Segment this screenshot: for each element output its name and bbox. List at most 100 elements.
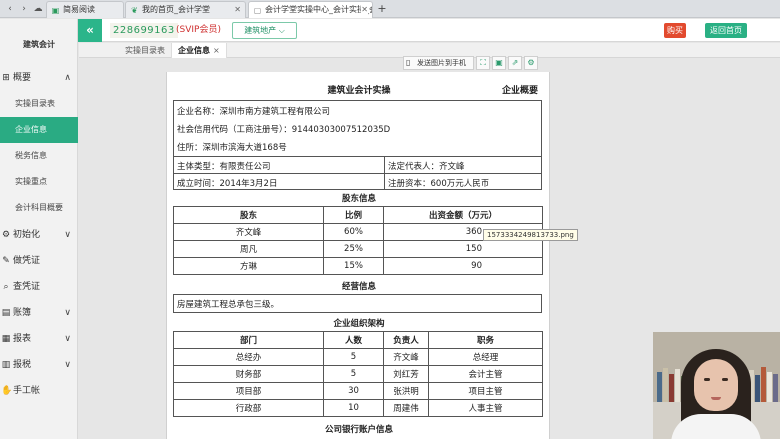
grid-icon: ⊞: [2, 73, 10, 83]
new-tab-button[interactable]: +: [375, 1, 389, 17]
close-icon[interactable]: ✕: [361, 2, 368, 18]
close-icon[interactable]: ✕: [234, 2, 241, 18]
page-tab-directory[interactable]: 实操目录表: [119, 43, 171, 58]
shareholders-title: 股东信息: [341, 194, 376, 204]
org-count: 5: [323, 365, 384, 383]
sidebar-item-tax-info[interactable]: 税务信息: [0, 143, 78, 169]
table-row: 方琳 15% 90: [173, 257, 543, 275]
report-icon: ▦: [1, 334, 11, 344]
org-head: 张洪明: [383, 382, 429, 400]
send-to-phone-button[interactable]: ▯ 发送图片到手机: [403, 56, 474, 70]
business-scope-box: 房屋建筑工程总承包三级。: [173, 294, 542, 313]
column-header: 出资金额（万元）: [383, 206, 543, 224]
org-title: 会计主管: [428, 365, 543, 383]
org-structure-title: 企业组织架构: [333, 319, 385, 329]
org-structure-table: 部门 人数 负责人 职务 总经办 5 齐文峰 总经理 财务部 5 刘红芳 会计主…: [173, 331, 543, 417]
image-icon[interactable]: ▣: [492, 56, 506, 70]
browser-tab-reading[interactable]: ▣ 简易阅读: [46, 1, 124, 18]
sidebar-section-init[interactable]: ⚙ 初始化 ∨: [0, 223, 78, 247]
forward-icon[interactable]: ›: [17, 2, 31, 16]
browser-tab-strip: ‹ › ☁ ▣ 简易阅读 ❦ 我的首页_会计学堂 ✕ ▢ 会计学堂实操中心_会计…: [0, 0, 780, 18]
org-head: 周建伟: [383, 399, 429, 417]
pencil-icon: ✎: [2, 256, 10, 266]
legal-representative: 法定代表人：齐文峰: [388, 162, 465, 172]
founded-date: 成立时间：2014年3月2日: [177, 179, 278, 189]
table-row: 行政部 10 周建伟 人事主管: [173, 399, 543, 417]
divider: [384, 156, 385, 189]
document-title: 建筑业会计实操: [327, 86, 391, 96]
company-name: 企业名称：深圳市南方建筑工程有限公司: [177, 107, 331, 117]
sidebar-section-label: 概要: [13, 73, 32, 83]
sidebar-section-tax[interactable]: ▥ 报税 ∨: [0, 353, 78, 377]
sidebar-section-find-voucher[interactable]: ⌕ 查凭证: [0, 275, 78, 299]
industry-select[interactable]: 建筑地产 ⌵: [232, 22, 297, 39]
return-home-button[interactable]: 返回首页: [705, 23, 747, 38]
table-row: 项目部 30 张洪明 项目主管: [173, 382, 543, 400]
chevron-down-icon: ∨: [64, 334, 71, 344]
org-title: 总经理: [428, 348, 543, 366]
org-count: 10: [323, 399, 384, 417]
org-title: 人事主管: [428, 399, 543, 417]
sidebar-section-manual[interactable]: ✋ 手工帐: [0, 379, 78, 403]
table-header-row: 股东 比例 出资金额（万元）: [173, 206, 543, 224]
sidebar-item-directory[interactable]: 实操目录表: [0, 91, 78, 117]
shareholder-amount: 150: [383, 240, 543, 258]
sidebar-item-key-points[interactable]: 实操重点: [0, 169, 78, 195]
sidebar-item-account-summary[interactable]: 会计科目概要: [0, 195, 78, 221]
shareholder-name: 周凡: [173, 240, 324, 258]
business-title: 经营信息: [341, 282, 376, 292]
sidebar-section-label: 查凭证: [13, 282, 41, 292]
table-header-row: 部门 人数 负责人 职务: [173, 331, 543, 349]
sidebar-section-overview[interactable]: ⊞ 概要 ∧: [0, 66, 78, 90]
settings-icon[interactable]: ⚙: [524, 56, 538, 70]
shareholder-amount: 90: [383, 257, 543, 275]
page-tab-company-info[interactable]: 企业信息 ×: [171, 43, 227, 58]
company-info-box: 企业名称：深圳市南方建筑工程有限公司 社会信用代码（工商注册号）：9144030…: [173, 100, 542, 190]
page-tab-label: 实操目录表: [125, 46, 165, 55]
vip-badge: (SVIP会员): [176, 25, 221, 35]
send-to-phone-label: 发送图片到手机: [417, 59, 466, 67]
sidebar-section-label: 手工帐: [13, 386, 41, 396]
shareholder-ratio: 60%: [323, 223, 384, 241]
sidebar-section-label: 账簿: [13, 308, 32, 318]
sidebar-section-label: 初始化: [13, 230, 41, 240]
registered-capital: 注册资本：600万元人民币: [388, 179, 490, 189]
buy-button[interactable]: 购买: [664, 23, 686, 38]
column-header: 职务: [428, 331, 543, 349]
divider: [174, 156, 541, 157]
gear-icon: ⚙: [1, 230, 11, 240]
org-head: 齐文峰: [383, 348, 429, 366]
app-header: « 228699163 (SVIP会员) 建筑地产 ⌵ 购买 返回首页: [0, 19, 780, 42]
column-header: 比例: [323, 206, 384, 224]
divider: [174, 173, 541, 174]
column-header: 部门: [173, 331, 324, 349]
collapse-sidebar-button[interactable]: «: [78, 19, 102, 42]
sidebar-section-make-voucher[interactable]: ✎ 做凭证: [0, 249, 78, 273]
shareholder-name: 齐文峰: [173, 223, 324, 241]
close-icon[interactable]: ×: [213, 46, 220, 55]
fullscreen-icon[interactable]: ⛶: [476, 56, 490, 70]
browser-tab-label: 我的首页_会计学堂: [142, 5, 210, 14]
column-header: 负责人: [383, 331, 429, 349]
search-icon: ⌕: [3, 282, 9, 292]
entity-type: 主体类型：有限责任公司: [177, 162, 271, 172]
sidebar-section-reports[interactable]: ▦ 报表 ∨: [0, 327, 78, 351]
back-icon[interactable]: ‹: [3, 2, 17, 16]
page-icon: ▢: [253, 6, 262, 15]
browser-tab-home[interactable]: ❦ 我的首页_会计学堂 ✕: [125, 1, 246, 18]
column-header: 人数: [323, 331, 384, 349]
browser-tab-label: 会计学堂实操中心_会计实操_会: [265, 5, 373, 14]
org-dept: 财务部: [173, 365, 324, 383]
cloud-icon[interactable]: ☁: [31, 2, 45, 16]
org-dept: 项目部: [173, 382, 324, 400]
phone-icon: ▯: [406, 58, 411, 67]
sidebar-item-company-info[interactable]: 企业信息: [0, 117, 78, 143]
green-page-icon: ▣: [51, 6, 60, 15]
browser-tab-label: 简易阅读: [63, 5, 95, 14]
browser-tab-practice[interactable]: ▢ 会计学堂实操中心_会计实操_会 ✕: [248, 1, 373, 18]
export-icon[interactable]: ⇗: [508, 56, 522, 70]
org-count: 30: [323, 382, 384, 400]
sidebar-section-ledger[interactable]: ▤ 账簿 ∨: [0, 301, 78, 325]
leaf-icon: ❦: [131, 6, 138, 15]
table-row: 财务部 5 刘红芳 会计主管: [173, 365, 543, 383]
